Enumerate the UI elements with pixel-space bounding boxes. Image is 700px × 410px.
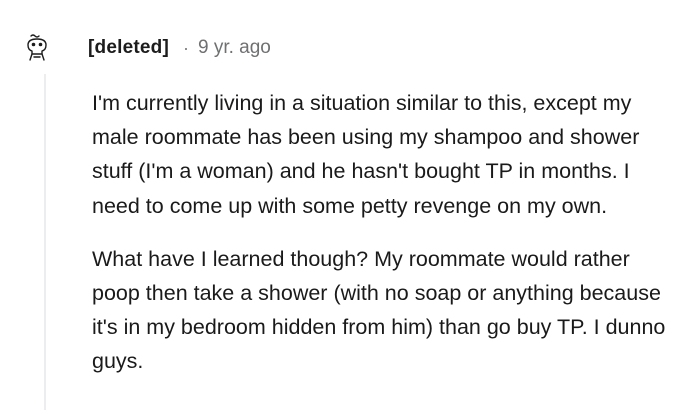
comment: [deleted] · 9 yr. ago I'm currently livi… [0, 0, 700, 410]
comment-paragraph-1: I'm currently living in a situation simi… [92, 91, 640, 218]
thread-line[interactable] [44, 74, 46, 410]
comment-paragraph-2: What have I learned though? My roommate … [92, 246, 666, 374]
comment-author[interactable]: [deleted] [88, 37, 169, 59]
comment-timestamp[interactable]: 9 yr. ago [198, 37, 271, 59]
deleted-user-avatar-icon[interactable] [21, 32, 53, 64]
meta-separator: · [182, 38, 189, 58]
comment-header: [deleted] · 9 yr. ago [88, 35, 271, 61]
comment-body: I'm currently living in a situation simi… [92, 86, 682, 398]
